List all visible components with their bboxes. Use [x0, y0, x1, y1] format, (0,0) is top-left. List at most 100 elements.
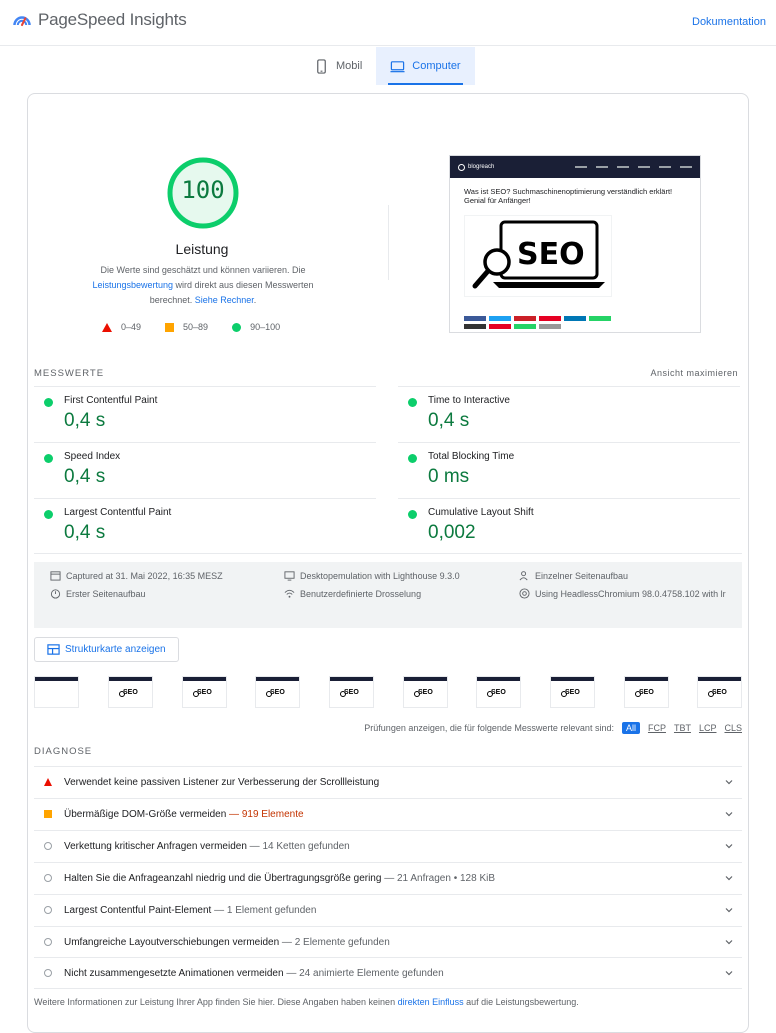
- device-tabs: Mobil Computer: [300, 47, 475, 85]
- metric-si: Speed Index 0,4 s: [34, 442, 376, 497]
- tab-mobile[interactable]: Mobil: [300, 47, 376, 85]
- metric-value: 0 ms: [428, 466, 470, 487]
- metric-cls: Cumulative Layout Shift 0,002: [398, 498, 740, 553]
- desc-text-3: .: [253, 295, 257, 305]
- screenshot-hero-image: SEO: [464, 215, 612, 297]
- runtime-captured: Captured at 31. Mai 2022, 16:35 MESZ: [50, 568, 223, 584]
- desktop-icon: [390, 60, 405, 72]
- footnote: Weitere Informationen zur Leistung Ihrer…: [34, 997, 579, 1007]
- metric-label: Cumulative Layout Shift: [428, 507, 534, 518]
- diagnostics-section-label: DIAGNOSE: [34, 746, 93, 757]
- metrics-section-label: MESSWERTE: [34, 368, 105, 379]
- tab-desktop[interactable]: Computer: [376, 47, 475, 85]
- users-icon: [519, 571, 528, 581]
- audit-title: Verkettung kritischer Anfragen vermeiden…: [64, 841, 350, 852]
- chevron-down-icon: [725, 908, 733, 913]
- audit-title: Verwendet keine passiven Listener zur Ve…: [64, 777, 380, 788]
- expand-view-toggle[interactable]: Ansicht maximieren: [650, 368, 738, 378]
- audit-row[interactable]: Umfangreiche Layoutverschiebungen vermei…: [34, 926, 742, 958]
- metrics-bottom-divider: [34, 553, 742, 554]
- audit-row[interactable]: Übermäßige DOM-Größe vermeiden — 919 Ele…: [34, 798, 742, 830]
- timer-icon: [50, 589, 61, 599]
- audit-row[interactable]: Halten Sie die Anfrageanzahl niedrig und…: [34, 862, 742, 894]
- audit-title: Nicht zusammengesetzte Animationen verme…: [64, 968, 444, 979]
- metric-label: Largest Contentful Paint: [64, 507, 172, 518]
- pass-circle-icon: [408, 454, 417, 463]
- filmstrip-frame: SEO: [624, 676, 669, 708]
- square-icon: [165, 322, 175, 332]
- filmstrip-frame: SEO: [182, 676, 227, 708]
- runtime-throttling: Benutzerdefinierte Drosselung: [284, 586, 421, 602]
- metric-tbt: Total Blocking Time 0 ms: [398, 442, 740, 497]
- chrome-icon: [519, 588, 530, 599]
- seo-laptop-icon: SEO: [472, 220, 605, 289]
- filmstrip-frame: SEO: [255, 676, 300, 708]
- screenshot-nav: blogreach: [450, 156, 700, 178]
- metric-value: 0,4 s: [428, 410, 470, 431]
- info-circle-icon: [44, 874, 52, 882]
- legend-fail: 0–49: [102, 322, 141, 332]
- app-logo[interactable]: PageSpeed Insights: [12, 10, 187, 30]
- chevron-down-icon: [725, 780, 733, 785]
- phone-icon: [317, 58, 326, 74]
- filter-chip-lcp[interactable]: LCP: [699, 723, 717, 733]
- metric-value: 0,002: [428, 522, 476, 543]
- calculator-link[interactable]: Siehe Rechner: [195, 295, 254, 305]
- triangle-icon: [102, 322, 112, 332]
- pass-circle-icon: [44, 454, 53, 463]
- info-circle-icon: [44, 842, 52, 850]
- documentation-link[interactable]: Dokumentation: [692, 16, 766, 28]
- vertical-divider: [388, 205, 389, 280]
- monitor-icon: [284, 571, 295, 581]
- wifi-icon: [284, 589, 295, 598]
- info-circle-icon: [44, 906, 52, 914]
- audit-row[interactable]: Verkettung kritischer Anfragen vermeiden…: [34, 830, 742, 862]
- filmstrip-frame: SEO: [403, 676, 448, 708]
- metric-label: First Contentful Paint: [64, 395, 158, 406]
- metric-label: Speed Index: [64, 451, 121, 462]
- audit-filter-label: Prüfungen anzeigen, die für folgende Mes…: [364, 723, 614, 733]
- legend-fail-label: 0–49: [121, 322, 142, 332]
- performance-title: Leistung: [175, 241, 229, 257]
- legend-pass-label: 90–100: [250, 322, 281, 332]
- audit-filter: Prüfungen anzeigen, die für folgende Mes…: [364, 722, 742, 734]
- filter-chip-fcp[interactable]: FCP: [648, 723, 666, 733]
- filmstrip-frame: SEO: [329, 676, 374, 708]
- score-legend: 0–49 50–89 90–100: [102, 322, 280, 332]
- treemap-button[interactable]: Strukturkarte anzeigen: [34, 637, 179, 662]
- chevron-down-icon: [725, 971, 733, 976]
- pass-circle-icon: [408, 398, 417, 407]
- chevron-down-icon: [725, 844, 733, 849]
- audit-title: Halten Sie die Anfrageanzahl niedrig und…: [64, 873, 496, 884]
- chevron-down-icon: [725, 812, 733, 817]
- runtime-browser: Using HeadlessChromium 98.0.4758.102 wit…: [519, 586, 739, 602]
- pass-circle-icon: [408, 510, 417, 519]
- audit-row[interactable]: Nicht zusammengesetzte Animationen verme…: [34, 957, 742, 989]
- runtime-session: Einzelner Seitenaufbau: [519, 568, 628, 584]
- metric-label: Total Blocking Time: [428, 451, 515, 462]
- audit-row[interactable]: Verwendet keine passiven Listener zur Ve…: [34, 766, 742, 798]
- runtime-pageload: Erster Seitenaufbau: [50, 586, 146, 602]
- svg-text:SEO: SEO: [517, 237, 585, 272]
- treemap-button-label: Strukturkarte anzeigen: [65, 644, 166, 655]
- filter-chip-cls[interactable]: CLS: [724, 723, 742, 733]
- direct-influence-link[interactable]: direkten Einfluss: [398, 997, 464, 1007]
- screenshot-headline: Was ist SEO? Suchmaschinenoptimierung ve…: [464, 187, 673, 205]
- filter-chip-tbt[interactable]: TBT: [674, 723, 691, 733]
- tab-mobile-label: Mobil: [336, 60, 363, 72]
- treemap-icon: [47, 644, 60, 655]
- metric-value: 0,4 s: [64, 410, 106, 431]
- performance-description: Die Werte sind geschätzt und können vari…: [80, 263, 326, 308]
- metric-value: 0,4 s: [64, 466, 106, 487]
- audit-row[interactable]: Largest Contentful Paint-Element — 1 Ele…: [34, 894, 742, 926]
- metric-value: 0,4 s: [64, 522, 106, 543]
- filter-chip-all[interactable]: All: [621, 722, 640, 734]
- score-link[interactable]: Leistungsbewertung: [92, 280, 173, 290]
- filmstrip-frame: SEO: [697, 676, 742, 708]
- calendar-icon: [50, 571, 61, 581]
- chevron-down-icon: [725, 940, 733, 945]
- audit-title: Umfangreiche Layoutverschiebungen vermei…: [64, 937, 390, 948]
- audit-title: Übermäßige DOM-Größe vermeiden — 919 Ele…: [64, 809, 304, 820]
- legend-average-label: 50–89: [183, 322, 209, 332]
- pagespeed-logo-icon: [13, 16, 31, 27]
